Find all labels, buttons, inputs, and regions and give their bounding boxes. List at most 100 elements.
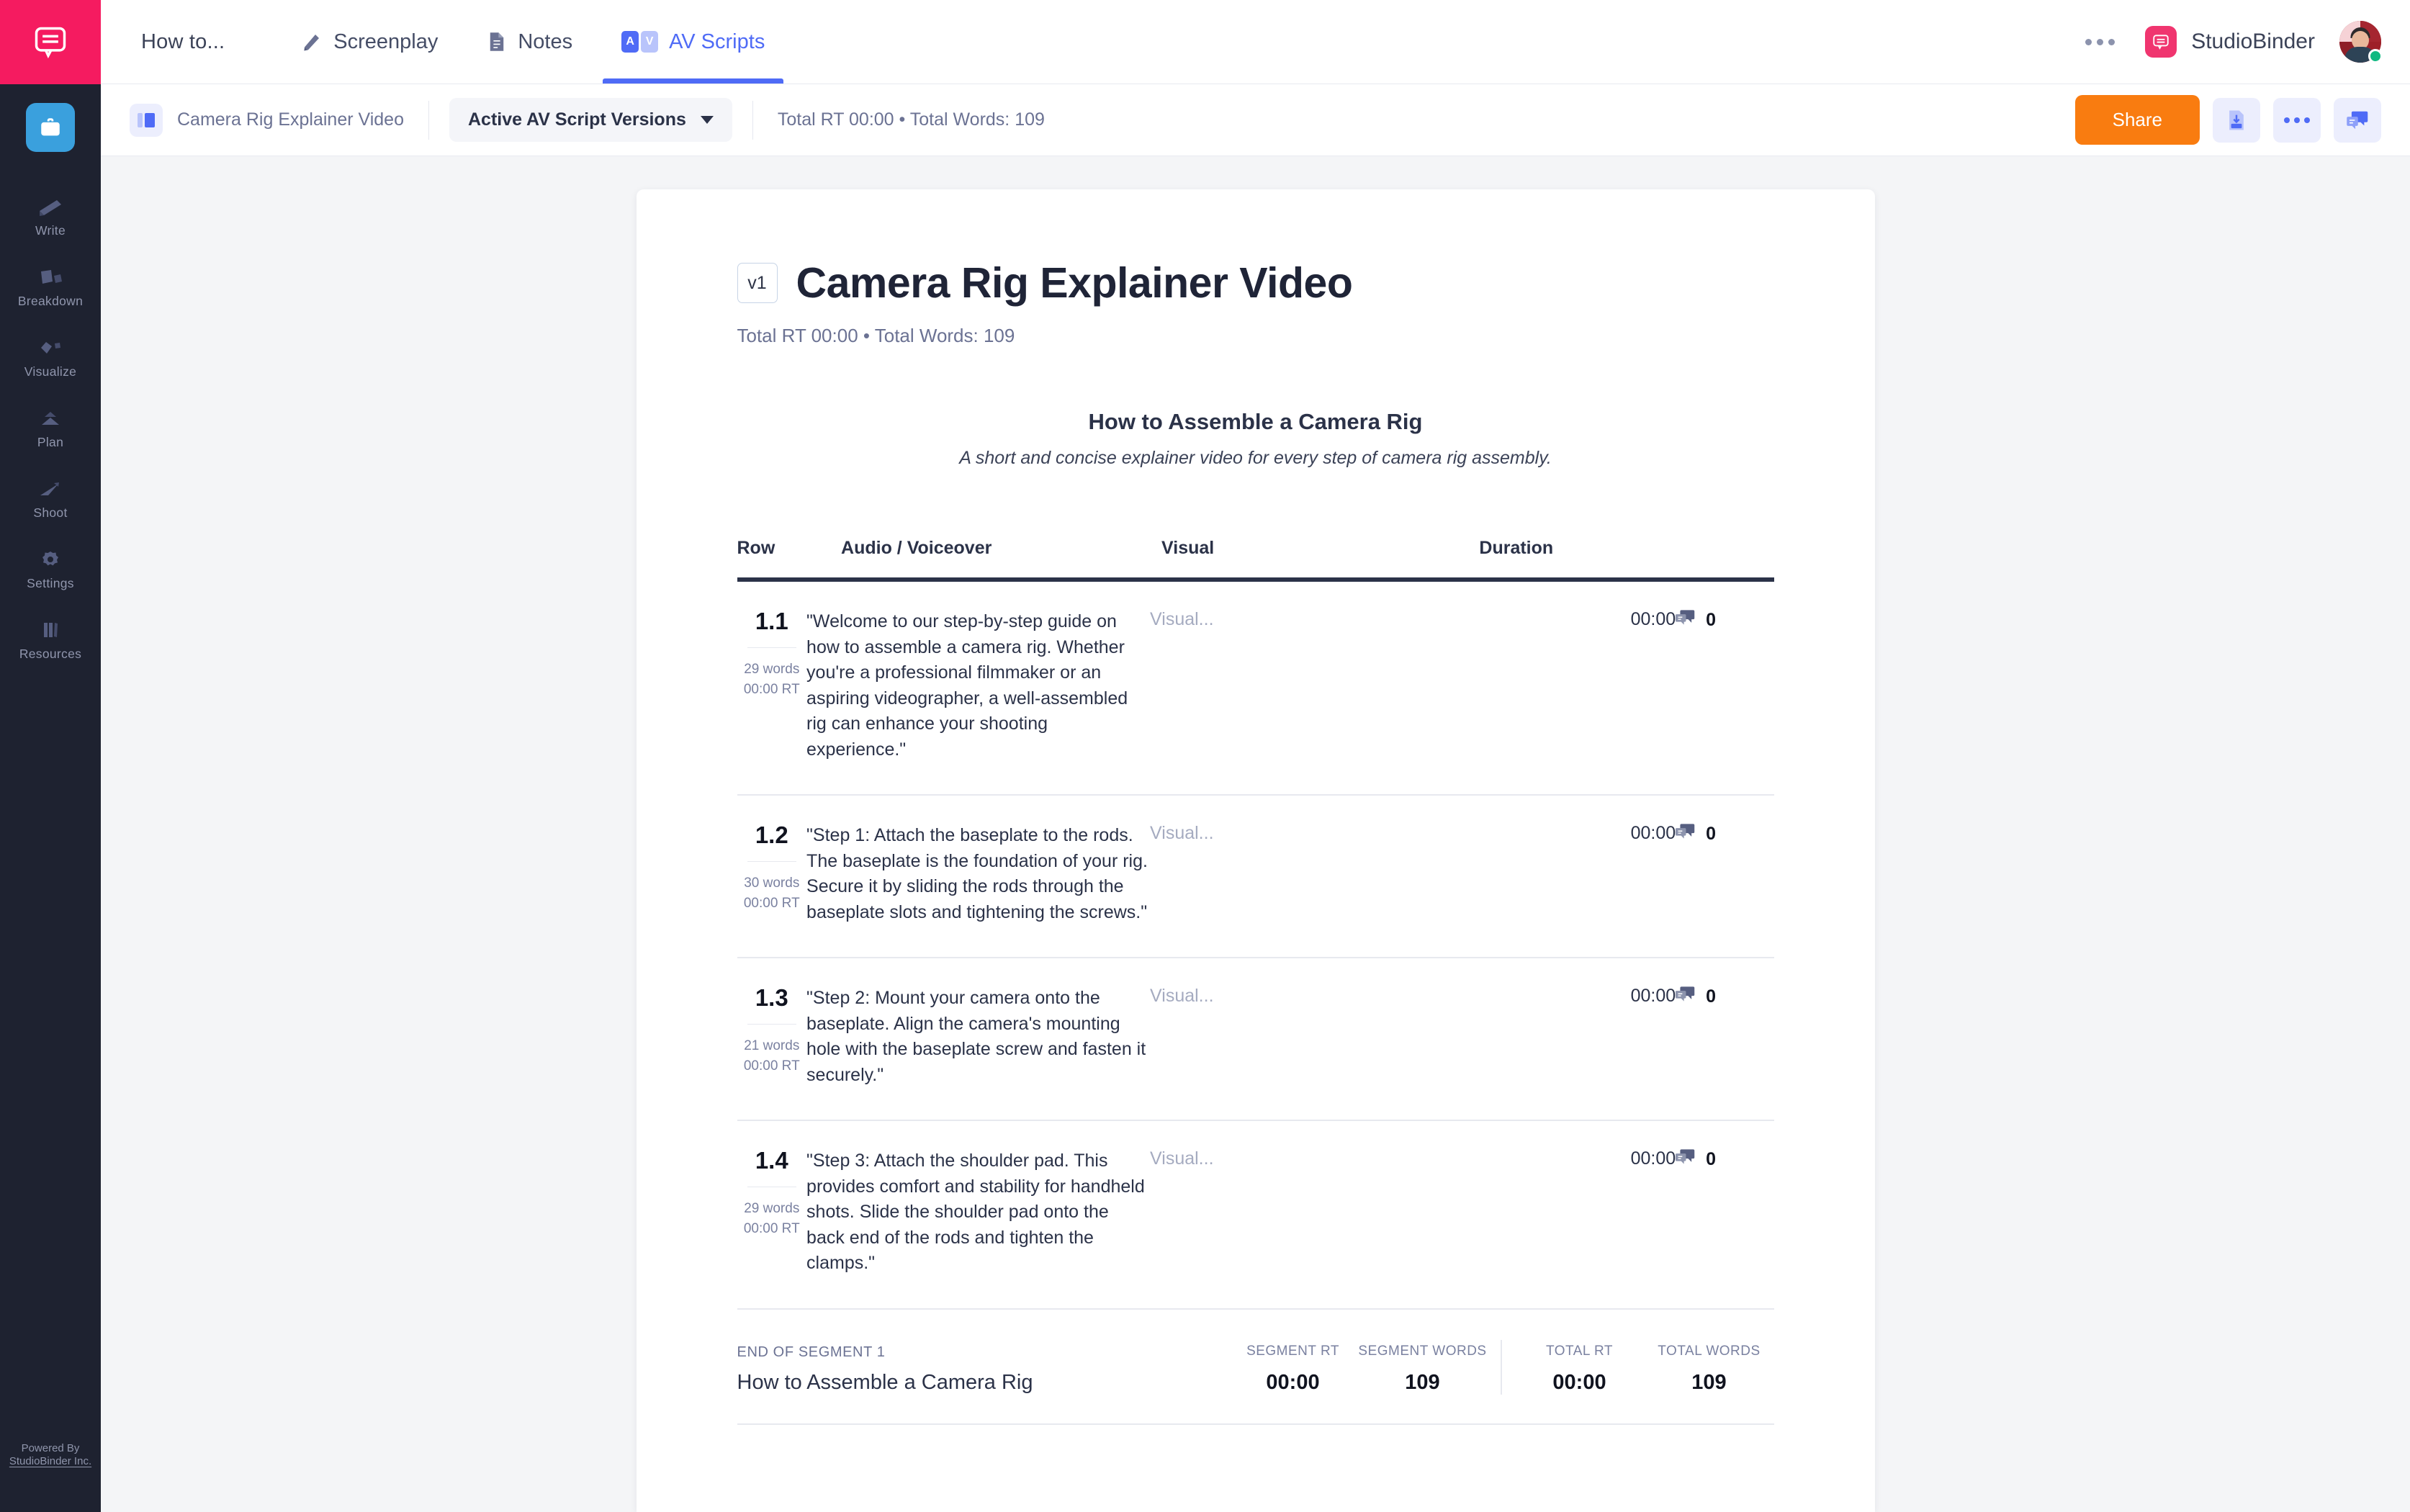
segment-title[interactable]: How to Assemble a Camera Rig [737,409,1774,435]
shapes-icon [37,336,64,358]
comments-icon [2346,109,2369,131]
row-visual-placeholder[interactable]: Visual... [1150,795,1479,958]
sidebar-item-shoot[interactable]: Shoot [0,463,101,534]
table-row[interactable]: 1.2 30 words 00:00 RT "Step 1: Attach th… [737,795,1774,958]
column-header-visual: Visual [1150,538,1479,580]
studiobinder-logo[interactable] [0,0,101,84]
document-icon [487,31,507,53]
comment-count: 0 [1706,1149,1716,1170]
script-page: v1 Camera Rig Explainer Video Total RT 0… [637,189,1875,1512]
ellipsis-icon [2284,117,2310,123]
row-duration[interactable]: 00:00 [1479,795,1676,958]
stat-total-rt: TOTAL RT 00:00 [1515,1344,1645,1395]
share-button[interactable]: Share [2075,95,2200,145]
row-number: 1.3 [737,986,807,1009]
stat-key: SEGMENT RT [1228,1344,1358,1359]
ellipsis-icon[interactable] [2079,29,2121,55]
row-runtime: 00:00 RT [737,894,807,914]
sidebar-item-breakdown[interactable]: Breakdown [0,251,101,322]
comment-count: 0 [1706,824,1716,845]
comment-count: 0 [1706,610,1716,631]
tab-label: Screenplay [333,30,438,54]
row-word-count: 21 words [737,1036,807,1056]
brand-account[interactable]: StudioBinder [2145,26,2315,58]
row-duration[interactable]: 00:00 [1479,580,1676,795]
stat-key: TOTAL RT [1515,1344,1645,1359]
end-of-segment-label: END OF SEGMENT 1 [737,1344,1228,1361]
app-switcher-button[interactable] [26,103,75,152]
table-row[interactable]: 1.1 29 words 00:00 RT "Welcome to our st… [737,580,1774,795]
row-duration[interactable]: 00:00 [1479,958,1676,1120]
more-options-button[interactable] [2273,98,2321,143]
row-audio-text[interactable]: "Step 1: Attach the baseplate to the rod… [806,795,1150,958]
tab-screenplay[interactable]: Screenplay [276,0,462,84]
sidebar-item-label: Visualize [24,364,76,379]
top-bar-right: StudioBinder [2079,21,2381,63]
tab-av-scripts[interactable]: AV AV Scripts [597,0,789,84]
paper-plane-icon [37,477,64,499]
page-title[interactable]: Camera Rig Explainer Video [796,258,1353,307]
row-word-count: 29 words [737,1199,807,1219]
row-comments-cell[interactable]: 0 [1676,958,1773,1120]
tab-notes[interactable]: Notes [462,0,597,84]
row-meta-divider [747,647,797,648]
row-duration[interactable]: 00:00 [1479,1120,1676,1309]
row-comments-cell[interactable]: 0 [1676,795,1773,958]
studiobinder-chat-logo-icon [32,24,69,61]
table-row[interactable]: 1.4 29 words 00:00 RT "Step 3: Attach th… [737,1120,1774,1309]
comment-count: 0 [1706,986,1716,1007]
tab-label: AV Scripts [669,30,765,54]
versions-dropdown[interactable]: Active AV Script Versions [449,98,732,142]
row-visual-placeholder[interactable]: Visual... [1150,1120,1479,1309]
document-toolbar: Camera Rig Explainer Video Active AV Scr… [101,84,2410,156]
download-pdf-icon [2226,109,2247,132]
av-script-doc-icon [130,104,163,137]
column-header-row: Row [737,538,807,580]
project-name-breadcrumb[interactable]: How to... [141,30,225,54]
row-audio-text[interactable]: "Step 3: Attach the shoulder pad. This p… [806,1120,1150,1309]
chevron-down-icon [701,116,714,124]
sidebar-item-plan[interactable]: Plan [0,392,101,463]
version-badge[interactable]: v1 [737,263,778,303]
stat-value: 109 [1358,1371,1488,1395]
row-number-cell: 1.4 29 words 00:00 RT [737,1120,807,1309]
versions-dropdown-label: Active AV Script Versions [468,109,686,130]
row-comments-cell[interactable]: 0 [1676,580,1773,795]
sidebar-item-write[interactable]: Write [0,181,101,251]
toolbar-actions: Share [2075,95,2381,145]
segment-subtitle[interactable]: A short and concise explainer video for … [737,448,1774,469]
row-audio-text[interactable]: "Welcome to our step-by-step guide on ho… [806,580,1150,795]
column-header-audio: Audio / Voiceover [806,538,1150,580]
comment-icon [1676,986,1696,1008]
sidebar-item-resources[interactable]: Resources [0,604,101,675]
stat-value: 00:00 [1228,1371,1358,1395]
sidebar-item-settings[interactable]: Settings [0,534,101,604]
row-visual-placeholder[interactable]: Visual... [1150,580,1479,795]
download-pdf-button[interactable] [2213,98,2260,143]
document-totals: Total RT 00:00 • Total Words: 109 [737,325,1774,347]
sidebar-item-visualize[interactable]: Visualize [0,322,101,392]
sidebar-nav: Write Breakdown Visualize Plan [0,181,101,675]
row-visual-placeholder[interactable]: Visual... [1150,958,1479,1120]
row-audio-text[interactable]: "Step 2: Mount your camera onto the base… [806,958,1150,1120]
row-number: 1.2 [737,823,807,847]
table-header-row: Row Audio / Voiceover Visual Duration [737,538,1774,580]
row-comments-cell[interactable]: 0 [1676,1120,1773,1309]
powered-by-line1: Powered By [0,1442,101,1456]
toolbar-totals: Total RT 00:00 • Total Words: 109 [753,109,1045,130]
stat-key: TOTAL WORDS [1645,1344,1774,1359]
document-chip[interactable]: Camera Rig Explainer Video [130,104,428,137]
gear-icon [38,548,63,570]
row-runtime: 00:00 RT [737,1056,807,1076]
column-header-comments [1676,538,1773,580]
comments-button[interactable] [2334,98,2381,143]
table-row[interactable]: 1.3 21 words 00:00 RT "Step 2: Mount you… [737,958,1774,1120]
avatar[interactable] [2339,21,2381,63]
top-navigation-bar: How to... Screenplay Notes AV [101,0,2410,84]
sidebar-item-label: Plan [37,435,63,450]
row-runtime: 00:00 RT [737,680,807,700]
pencil-icon [301,31,323,53]
script-table-body: 1.1 29 words 00:00 RT "Welcome to our st… [737,580,1774,1309]
row-meta-divider [747,861,797,862]
column-header-duration: Duration [1479,538,1676,580]
